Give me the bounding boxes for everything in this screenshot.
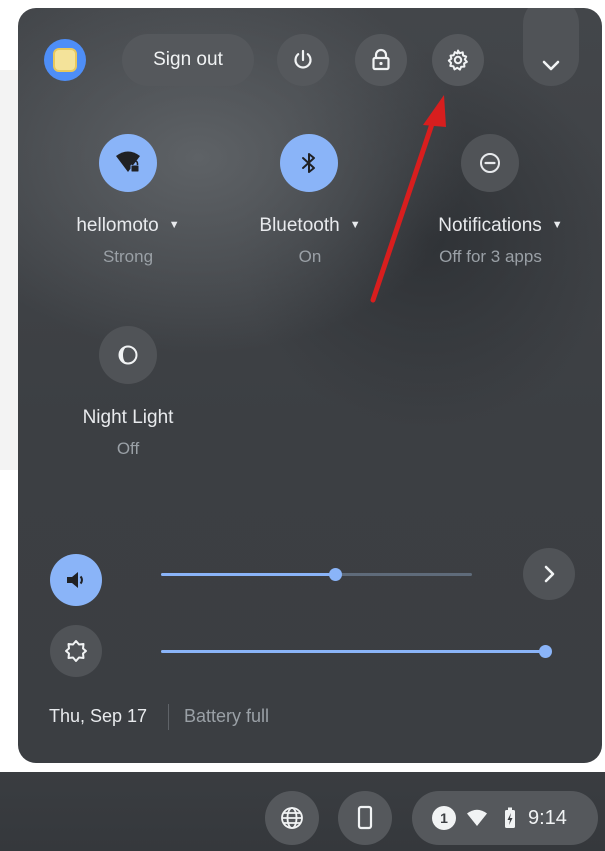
- sign-out-button[interactable]: Sign out: [122, 34, 254, 86]
- volume-icon: [67, 572, 83, 588]
- bluetooth-label-row[interactable]: Bluetooth ▼: [244, 215, 376, 237]
- bluetooth-label: Bluetooth: [259, 215, 340, 236]
- bluetooth-status: On: [298, 247, 322, 266]
- notifications-label: Notifications: [438, 215, 542, 236]
- phone-hub-button[interactable]: [338, 791, 392, 845]
- sign-out-label: Sign out: [153, 49, 223, 70]
- caret-down-icon: ▼: [349, 219, 361, 231]
- wifi-network-name: hellomoto: [76, 215, 159, 236]
- phone-icon: [357, 805, 373, 830]
- chevron-right-icon: [544, 565, 555, 583]
- night-light-label: Night Light: [82, 407, 174, 428]
- gear-icon: [447, 49, 468, 71]
- night-light-icon: [118, 345, 138, 365]
- status-area-button[interactable]: 1 9:14: [412, 791, 598, 845]
- bluetooth-icon: [302, 153, 315, 173]
- power-icon: [294, 49, 312, 69]
- battery-status: Battery full: [184, 706, 270, 726]
- notifications-toggle[interactable]: [461, 134, 519, 192]
- brightness-button: [50, 625, 102, 677]
- power-button[interactable]: [277, 34, 329, 86]
- lock-icon: [372, 48, 390, 71]
- wifi-icon: [116, 151, 140, 173]
- collapse-button[interactable]: [523, 8, 579, 86]
- caret-down-icon: ▼: [168, 219, 180, 231]
- night-light-toggle[interactable]: [99, 326, 157, 384]
- settings-button[interactable]: [432, 34, 484, 86]
- chevron-down-icon: [542, 60, 560, 71]
- volume-slider-thumb[interactable]: [329, 568, 342, 581]
- ime-menu-button[interactable]: [265, 791, 319, 845]
- brightness-slider-fill: [161, 650, 545, 653]
- avatar-image: [53, 48, 77, 72]
- bluetooth-toggle[interactable]: [280, 134, 338, 192]
- mute-button[interactable]: [50, 554, 102, 606]
- globe-icon: [281, 807, 303, 829]
- notifications-status: Off for 3 apps: [439, 247, 542, 266]
- user-avatar[interactable]: [44, 39, 86, 81]
- wifi-label-row[interactable]: hellomoto ▼: [62, 215, 194, 237]
- brightness-slider[interactable]: [161, 645, 552, 658]
- night-light-status: Off: [116, 439, 140, 458]
- volume-slider-fill: [161, 573, 335, 576]
- lock-button[interactable]: [355, 34, 407, 86]
- notification-count-badge: 1: [432, 806, 456, 830]
- quick-settings-panel: Sign out hellomoto ▼ Strong Bluetooth ▼ …: [18, 8, 602, 763]
- footer-divider: [168, 704, 169, 730]
- wifi-icon: [467, 809, 487, 826]
- shelf: 1 9:14: [0, 772, 605, 851]
- battery-charging-icon: [505, 807, 515, 828]
- date-label[interactable]: Thu, Sep 17: [49, 706, 147, 727]
- wifi-strength: Strong: [102, 247, 154, 266]
- brightness-icon: [65, 640, 87, 662]
- caret-down-icon: ▼: [551, 219, 563, 231]
- notifications-label-row[interactable]: Notifications ▼: [418, 215, 583, 237]
- clock-time: 9:14: [528, 806, 567, 829]
- do-not-disturb-icon: [480, 153, 500, 173]
- volume-slider[interactable]: [161, 568, 472, 581]
- audio-settings-button[interactable]: [523, 548, 575, 600]
- wifi-toggle[interactable]: [99, 134, 157, 192]
- brightness-slider-thumb[interactable]: [539, 645, 552, 658]
